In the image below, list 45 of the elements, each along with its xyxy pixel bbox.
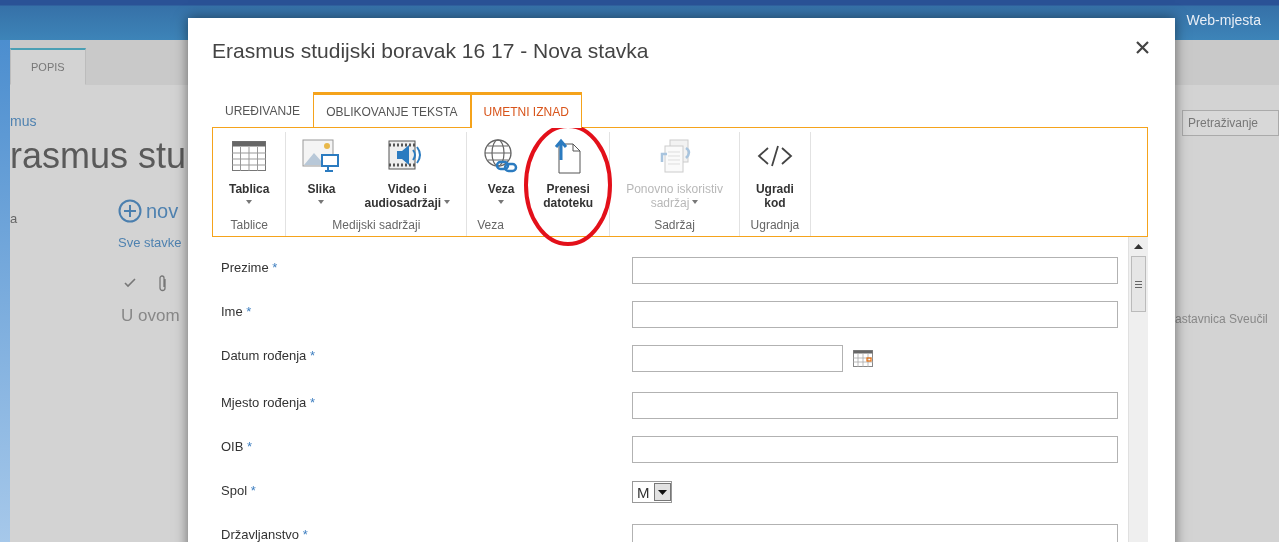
scrollbar[interactable] xyxy=(1128,237,1148,542)
embed-button[interactable]: Ugradi kod xyxy=(743,132,806,218)
ribbon-group-label: Tablice xyxy=(229,218,269,234)
dialog-title: Erasmus studijski boravak 16 17 - Nova stavka xyxy=(212,39,649,63)
globe-link-icon xyxy=(483,138,520,174)
text-field[interactable] xyxy=(632,392,1118,419)
scroll-up-icon[interactable] xyxy=(1134,243,1143,249)
grip-icon xyxy=(1135,280,1142,288)
empty-list-text: U ovom xyxy=(120,306,180,326)
ribbon-tab[interactable]: OBLIKOVANJE TEKSTA xyxy=(313,92,471,128)
video-button[interactable]: Video i audiosadržaji xyxy=(352,132,463,218)
field-label: Državljanstvo * xyxy=(221,526,309,542)
add-icon[interactable] xyxy=(118,199,142,223)
ribbon-tab[interactable]: UMETNI IZNAD xyxy=(470,92,582,128)
link-button[interactable]: Veza xyxy=(471,132,532,218)
ribbon-group-label: Medijski sadržaji xyxy=(331,218,422,234)
picture-button[interactable]: Slika xyxy=(290,132,353,218)
text-field[interactable] xyxy=(632,257,1118,284)
picture-icon xyxy=(302,138,341,174)
field-label: Mjesto rođenja * xyxy=(221,394,316,410)
field-label: OIB * xyxy=(221,438,254,454)
scrollbar-thumb[interactable] xyxy=(1131,256,1146,312)
field-label: Spol * xyxy=(221,482,257,498)
date-field[interactable] xyxy=(632,345,843,372)
search-field[interactable]: Pretraživanje xyxy=(1182,110,1279,136)
upload-file-icon xyxy=(553,138,584,174)
ribbon-group-label: Sadržaj xyxy=(653,218,696,234)
table-icon xyxy=(232,138,267,174)
text-field[interactable] xyxy=(632,301,1118,328)
ribbon-group-label: Veza xyxy=(476,218,505,234)
calendar-icon[interactable] xyxy=(853,350,873,367)
dropdown-icon xyxy=(653,483,671,501)
sites-link[interactable]: Web-mjesta xyxy=(1186,12,1261,28)
ribbon-group-label: Ugradnja xyxy=(749,218,801,234)
field-label: Datum rođenja * xyxy=(221,347,316,363)
text-field[interactable] xyxy=(632,436,1118,463)
nav-item[interactable]: a xyxy=(10,211,118,326)
page-title: rasmus stu xyxy=(10,135,187,177)
close-icon[interactable] xyxy=(1136,41,1149,54)
checkmark-icon xyxy=(124,278,136,288)
field-label: Prezime * xyxy=(221,259,279,275)
table-button[interactable]: Tablica xyxy=(217,132,282,218)
gender-select[interactable]: M xyxy=(632,481,672,503)
field-label: Ime * xyxy=(221,303,253,319)
paperclip-icon xyxy=(158,274,168,292)
